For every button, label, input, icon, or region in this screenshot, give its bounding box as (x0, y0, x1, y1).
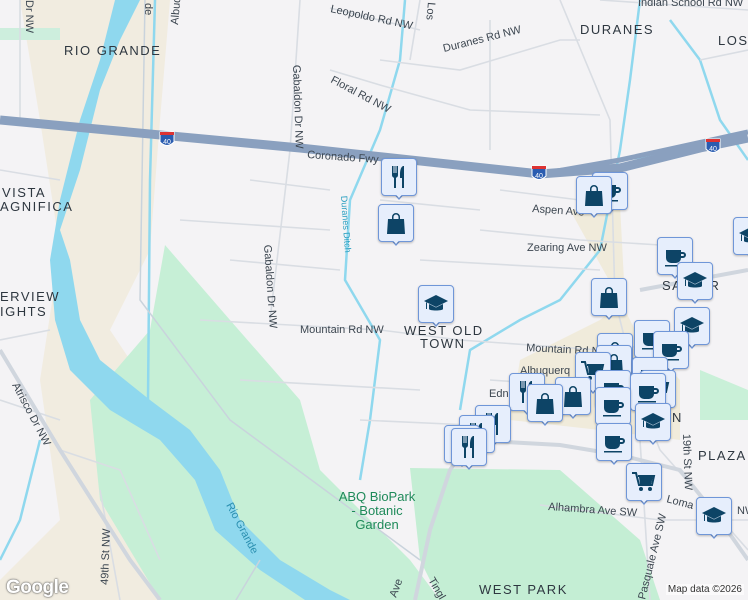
label-west-park: WEST PARK (479, 582, 568, 597)
label-de-frag: de (142, 3, 154, 15)
label-gabaldon-2: Gabaldon Dr NW (261, 244, 279, 329)
school-icon (641, 413, 665, 429)
marker-school[interactable] (696, 497, 732, 543)
label-albuq-frag: Albuq (169, 0, 183, 25)
marker-pointer-fill (602, 310, 616, 318)
marker-pointer-fill (392, 190, 406, 198)
botanic-garden-park (410, 468, 660, 600)
svg-text:40: 40 (535, 173, 543, 180)
interstate-40-ramp (539, 129, 748, 177)
label-duranes: DURANES (580, 22, 654, 37)
label-botanic[interactable]: - Botanic (351, 503, 403, 518)
marker-pointer-fill (462, 460, 476, 468)
label-19th: 19th St NW (680, 434, 694, 491)
marker-shopping[interactable] (576, 176, 612, 222)
label-lomas: Loma (665, 493, 696, 512)
cafe-icon (638, 386, 659, 403)
label-lomas-nw: NW (737, 505, 748, 517)
marker-school[interactable] (733, 217, 748, 263)
label-garden[interactable]: Garden (355, 517, 398, 532)
restaurant-icon (462, 436, 474, 458)
label-los: LOS (718, 33, 748, 48)
school-icon (702, 507, 726, 523)
school-icon (739, 228, 748, 243)
marker-pointer-fill (707, 529, 721, 537)
label-floral: Floral Rd NW (329, 74, 393, 116)
svg-text:40: 40 (163, 139, 171, 146)
marker-pointer-fill (744, 249, 748, 257)
label-49th: 49th St NW (99, 528, 113, 585)
label-magnifica: AGNIFICA (0, 199, 73, 214)
marker-pointer-fill (566, 409, 580, 417)
marker-restaurant[interactable] (381, 158, 417, 204)
label-town: TOWN (420, 336, 465, 351)
marker-pointer-fill (646, 435, 660, 443)
marker-shopping[interactable] (527, 384, 563, 430)
grocery-icon (632, 472, 656, 491)
shopping-icon (600, 287, 618, 308)
label-plaza: PLAZA (698, 448, 747, 463)
school-icon (424, 295, 448, 311)
shopping-icon (585, 185, 603, 206)
marker-pointer-fill (688, 294, 702, 302)
marker-grocery[interactable] (626, 463, 662, 509)
label-leopoldo: Leopoldo Rd NW (329, 3, 414, 32)
shopping-icon (387, 213, 405, 234)
marker-shopping[interactable] (591, 278, 627, 324)
map-canvas[interactable]: 40 40 40 RIO GRANDE DURANES LOS VISTA AG… (0, 0, 748, 600)
label-los-frag: Los (423, 2, 437, 21)
cafe-icon (604, 436, 625, 453)
restaurant-icon (392, 166, 404, 188)
marker-pointer-fill (637, 495, 651, 503)
shopping-icon (536, 393, 554, 414)
label-riverview: ERVIEW (0, 289, 60, 304)
cafe-icon (603, 400, 624, 417)
shopping-icon (564, 386, 582, 407)
school-icon (683, 272, 707, 288)
label-rio-grande: RIO GRANDE (64, 43, 161, 58)
svg-text:40: 40 (709, 146, 717, 153)
marker-pointer-fill (607, 455, 621, 463)
label-zearing: Zearing Ave NW (527, 242, 608, 254)
label-mountain-1: Mountain Rd NW (300, 324, 384, 336)
marker-pointer-fill (587, 208, 601, 216)
map-attribution[interactable]: Map data ©2026 (665, 584, 744, 595)
marker-school[interactable] (418, 285, 454, 331)
label-vista: VISTA (2, 185, 46, 200)
marker-pointer-fill (389, 236, 403, 244)
label-heights: IGHTS (0, 304, 47, 319)
label-gabaldon-1: Gabaldon Dr NW (290, 65, 305, 150)
label-indian-school: Indian School Rd NW (638, 0, 744, 9)
marker-school[interactable] (635, 403, 671, 449)
marker-pointer-fill (538, 416, 552, 424)
marker-restaurant[interactable] (451, 428, 487, 474)
marker-school[interactable] (677, 262, 713, 308)
google-logo: Google (6, 577, 69, 598)
plaza-park (700, 370, 748, 420)
marker-pointer-fill (429, 317, 443, 325)
marker-shopping[interactable] (378, 204, 414, 250)
label-dr-nw-frag: Dr NW (23, 0, 35, 34)
label-biopark[interactable]: ABQ BioPark (339, 489, 416, 504)
label-duranes-rd: Duranes Rd NW (442, 24, 523, 55)
